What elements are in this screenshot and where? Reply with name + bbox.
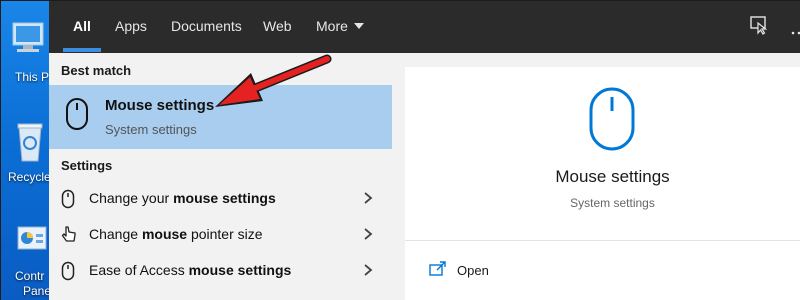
- open-label: Open: [457, 263, 489, 278]
- recycle-bin-icon: [15, 121, 45, 170]
- desktop-icon-label: Contr: [15, 269, 45, 283]
- desktop-icon-label-line2: Pane: [23, 284, 49, 298]
- desktop: This P Recycle Contr Pane: [1, 1, 49, 300]
- tab-more-label: More: [316, 18, 348, 34]
- label-text: Change: [89, 226, 142, 242]
- label-text: Change your: [89, 190, 174, 206]
- open-action[interactable]: Open: [429, 261, 489, 282]
- pointer-hand-icon: [61, 225, 77, 250]
- label-match: mouse: [141, 226, 188, 242]
- feedback-icon[interactable]: [749, 15, 769, 40]
- mouse-icon: [587, 85, 637, 158]
- settings-result-item[interactable]: Change your mouse settings: [49, 181, 392, 217]
- settings-heading: Settings: [61, 158, 113, 173]
- chevron-right-icon[interactable]: [363, 263, 373, 282]
- preview-subtitle: System settings: [570, 196, 655, 210]
- settings-result-item[interactable]: Change mouse pointer size: [49, 217, 392, 253]
- open-icon: [429, 261, 447, 281]
- active-tab-indicator: [63, 48, 101, 52]
- search-panel: All Apps Documents Web More Best match M…: [49, 1, 800, 300]
- search-tabs-bar: All Apps Documents Web More: [49, 1, 800, 53]
- mouse-icon: [61, 261, 75, 286]
- chevron-right-icon[interactable]: [363, 191, 373, 210]
- tab-all[interactable]: All: [73, 1, 91, 53]
- tab-apps[interactable]: Apps: [115, 1, 147, 53]
- best-match-subtitle: System settings: [105, 122, 197, 137]
- control-panel-icon: [17, 225, 47, 264]
- label-match: mouse settings: [188, 262, 292, 278]
- divider: [405, 240, 800, 241]
- label-text: pointer size: [187, 226, 263, 242]
- mouse-icon: [61, 189, 75, 214]
- preview-pane: Mouse settings System settings Open: [405, 67, 800, 300]
- tab-more[interactable]: More: [316, 1, 364, 53]
- tab-documents[interactable]: Documents: [171, 1, 242, 53]
- desktop-icon-recycle-bin[interactable]: Recycle: [1, 119, 49, 189]
- preview-title: Mouse settings: [555, 167, 670, 186]
- desktop-icon-label: Recycle: [8, 170, 49, 184]
- best-match-title: Mouse settings: [105, 97, 215, 114]
- computer-icon: [11, 21, 45, 72]
- tab-web[interactable]: Web: [263, 1, 292, 53]
- settings-result-label: Change your mouse settings: [89, 190, 276, 206]
- chevron-down-icon: [353, 23, 364, 30]
- desktop-icon-control-panel[interactable]: Contr Pane: [1, 223, 49, 300]
- desktop-icon-this-pc[interactable]: This P: [1, 19, 49, 91]
- mouse-icon: [65, 97, 89, 136]
- settings-result-icon: [61, 295, 75, 300]
- settings-result-label: Ease of Access mouse settings: [89, 262, 291, 278]
- desktop-icon-label: This P: [15, 70, 49, 84]
- settings-result-item[interactable]: Ease of Access mouse settings: [49, 253, 392, 289]
- label-match: mouse settings: [173, 190, 276, 206]
- best-match-heading: Best match: [61, 63, 132, 78]
- settings-result-item-partial[interactable]: [49, 291, 392, 300]
- chevron-right-icon[interactable]: [363, 227, 373, 246]
- results-list: Best match Mouse settings System setting…: [49, 53, 392, 300]
- label-text: Ease of Access: [89, 262, 189, 278]
- settings-result-label: Change mouse pointer size: [89, 226, 263, 242]
- more-options-icon[interactable]: [791, 23, 800, 41]
- best-match-result[interactable]: Mouse settings System settings: [49, 85, 392, 149]
